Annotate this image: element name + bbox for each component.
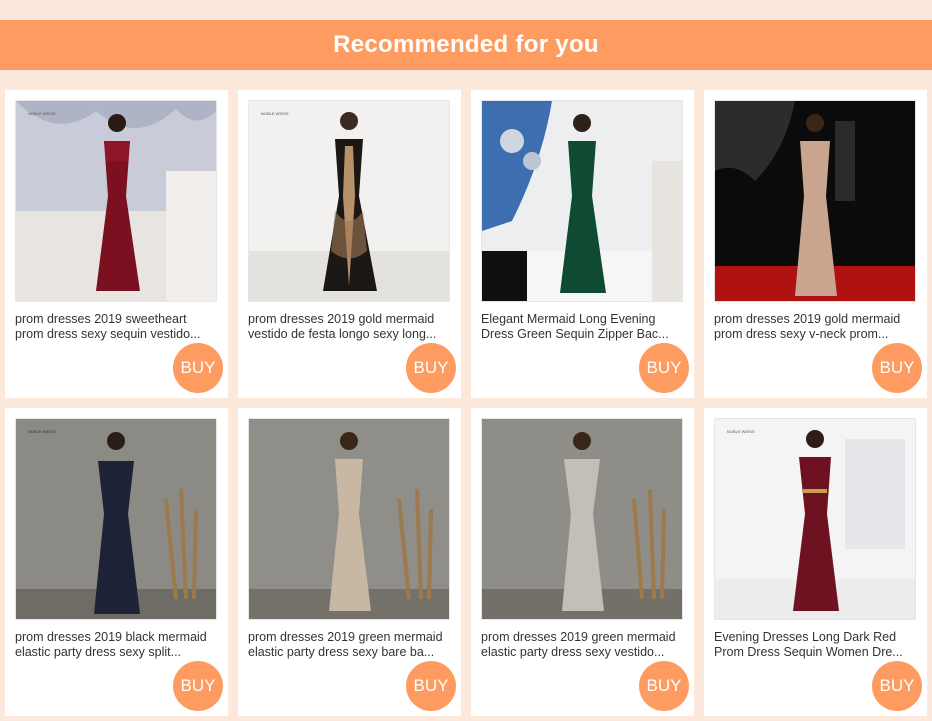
brand-logo: NOBLE WEISS — [261, 111, 289, 116]
product-card[interactable]: NOBLE WEISS Evening Dresses Long Dark Re… — [704, 408, 927, 716]
buy-button[interactable]: BUY — [406, 343, 456, 393]
brand-logo: NOBLE WEISS — [727, 429, 755, 434]
buy-button[interactable]: BUY — [872, 343, 922, 393]
product-title[interactable]: prom dresses 2019 green mermaid elastic … — [481, 630, 686, 660]
product-card[interactable]: NOBLE WEISS prom dresses 2019 gold merma… — [238, 90, 461, 398]
buy-button[interactable]: BUY — [639, 343, 689, 393]
product-image[interactable] — [481, 418, 683, 620]
product-image[interactable]: NOBLE WEISS — [15, 100, 217, 302]
product-card[interactable]: prom dresses 2019 gold mermaid prom dres… — [704, 90, 927, 398]
brand-logo: NOBLE WEISS — [28, 429, 56, 434]
product-card[interactable]: NOBLE WEISS prom dresses 2019 black merm… — [5, 408, 228, 716]
product-card[interactable]: NOBLE WEISS prom dresses 2019 sweetheart… — [5, 90, 228, 398]
product-title[interactable]: prom dresses 2019 gold mermaid vestido d… — [248, 312, 453, 342]
product-image[interactable] — [481, 100, 683, 302]
product-title[interactable]: prom dresses 2019 black mermaid elastic … — [15, 630, 220, 660]
product-title[interactable]: Evening Dresses Long Dark Red Prom Dress… — [714, 630, 919, 660]
product-card[interactable]: prom dresses 2019 green mermaid elastic … — [471, 408, 694, 716]
buy-button[interactable]: BUY — [173, 661, 223, 711]
buy-button[interactable]: BUY — [406, 661, 456, 711]
product-image[interactable] — [714, 100, 916, 302]
product-image[interactable]: NOBLE WEISS — [714, 418, 916, 620]
product-title[interactable]: prom dresses 2019 green mermaid elastic … — [248, 630, 453, 660]
product-grid: NOBLE WEISS prom dresses 2019 sweetheart… — [5, 90, 927, 716]
buy-button[interactable]: BUY — [173, 343, 223, 393]
buy-button[interactable]: BUY — [639, 661, 689, 711]
product-image[interactable]: NOBLE WEISS — [15, 418, 217, 620]
product-title[interactable]: prom dresses 2019 sweetheart prom dress … — [15, 312, 220, 342]
product-title[interactable]: Elegant Mermaid Long Evening Dress Green… — [481, 312, 686, 342]
product-image[interactable] — [248, 418, 450, 620]
brand-logo: NOBLE WEISS — [28, 111, 56, 116]
buy-button[interactable]: BUY — [872, 661, 922, 711]
product-image[interactable]: NOBLE WEISS — [248, 100, 450, 302]
product-card[interactable]: prom dresses 2019 green mermaid elastic … — [238, 408, 461, 716]
product-card[interactable]: Elegant Mermaid Long Evening Dress Green… — [471, 90, 694, 398]
section-title: Recommended for you — [333, 31, 599, 58]
recommended-header: Recommended for you — [0, 20, 932, 70]
product-title[interactable]: prom dresses 2019 gold mermaid prom dres… — [714, 312, 919, 342]
